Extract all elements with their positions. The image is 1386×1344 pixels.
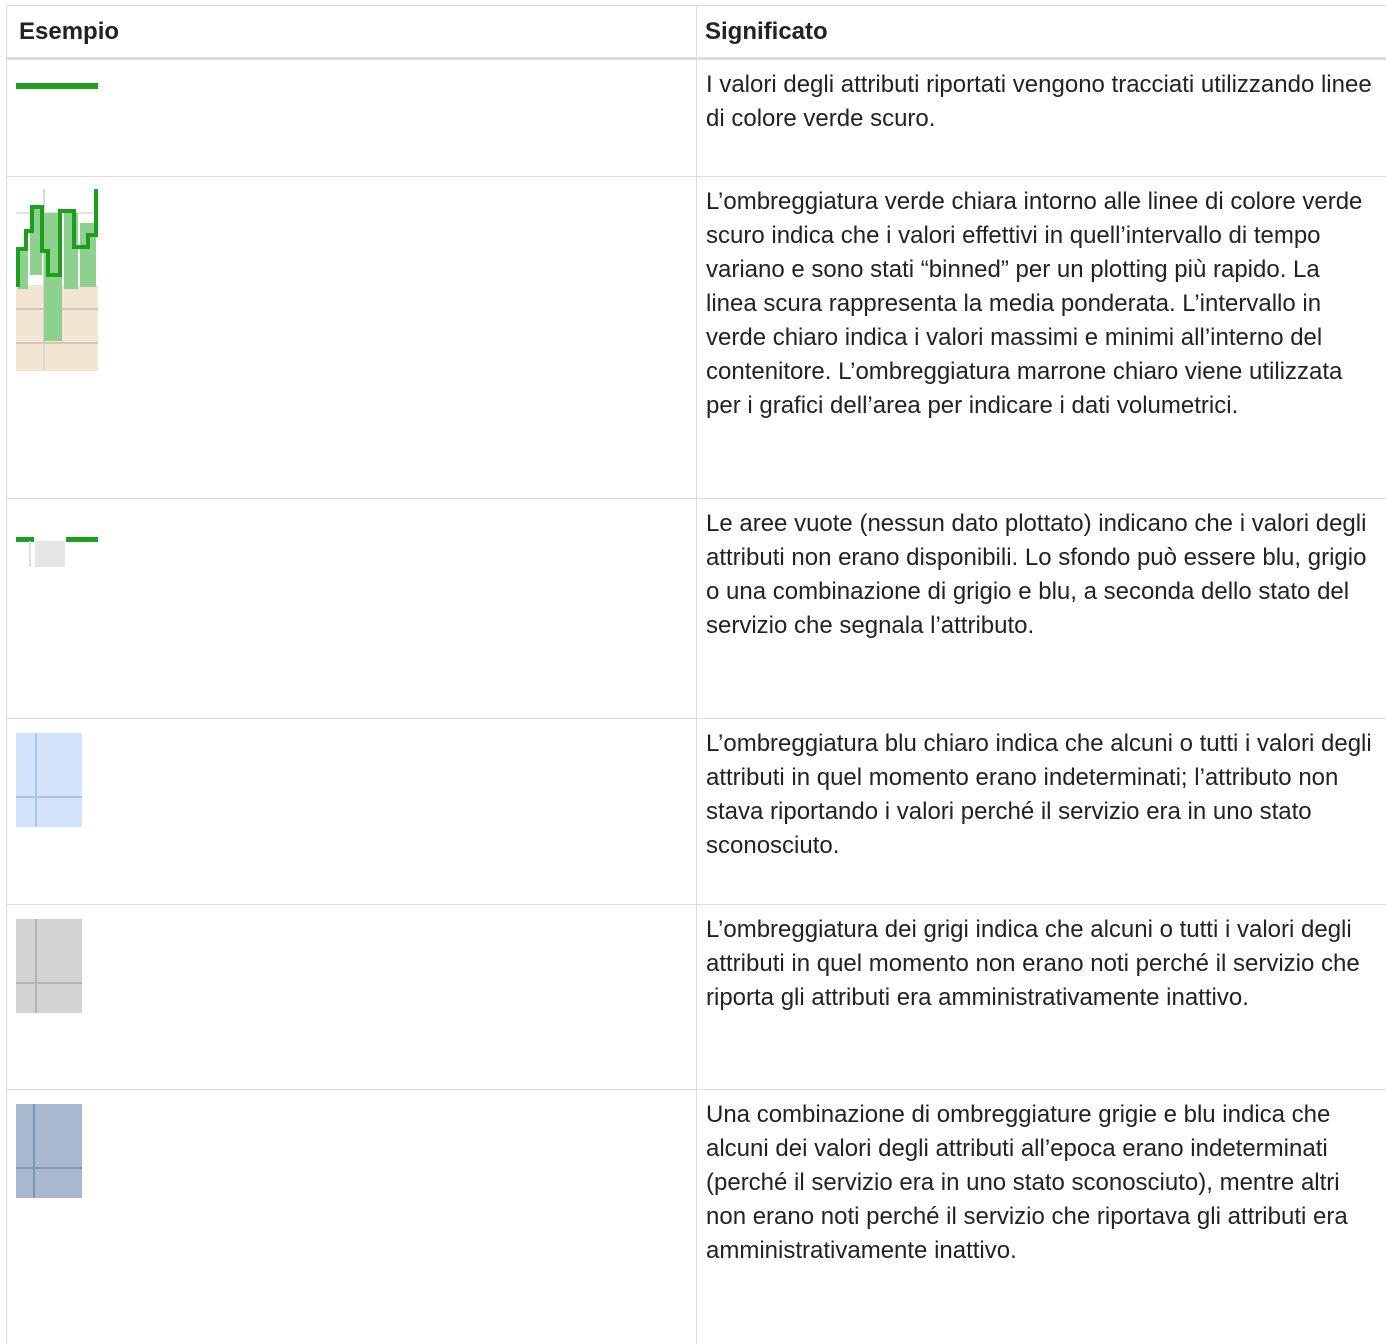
light-blue-swatch-icon [16,733,82,827]
table-row: Le aree vuote (nessun dato plottato) ind… [7,499,1386,719]
table-row: Una combinazione di ombreggiature grigie… [7,1090,1386,1344]
meaning-cell: I valori degli attributi riportati vengo… [697,59,1386,177]
meaning-cell: Le aree vuote (nessun dato plottato) ind… [697,499,1386,719]
header-meaning: Significato [697,6,1386,59]
header-example: Esempio [7,6,697,59]
gap-in-line-icon [16,537,98,567]
example-cell [7,499,697,719]
table-header-row: Esempio Significato [7,6,1386,59]
example-cell [7,177,697,499]
meaning-cell: L’ombreggiatura dei grigi indica che alc… [697,905,1386,1090]
gray-swatch-icon [16,919,82,1013]
meaning-cell: L’ombreggiatura blu chiaro indica che al… [697,719,1386,905]
table-row: L’ombreggiatura dei grigi indica che alc… [7,905,1386,1090]
meaning-cell: Una combinazione di ombreggiature grigie… [697,1090,1386,1344]
binned-green-shading-chart-icon [16,189,98,371]
gray-blue-swatch-icon [16,1104,82,1198]
dark-green-line-icon [16,83,98,89]
legend-table: Esempio Significato I valori degli attri… [6,5,1386,1344]
table-row: I valori degli attributi riportati vengo… [7,59,1386,177]
table-row: L’ombreggiatura verde chiara intorno all… [7,177,1386,499]
example-cell [7,59,697,177]
example-cell [7,905,697,1090]
example-cell [7,1090,697,1344]
meaning-cell: L’ombreggiatura verde chiara intorno all… [697,177,1386,499]
table-row: L’ombreggiatura blu chiaro indica che al… [7,719,1386,905]
example-cell [7,719,697,905]
